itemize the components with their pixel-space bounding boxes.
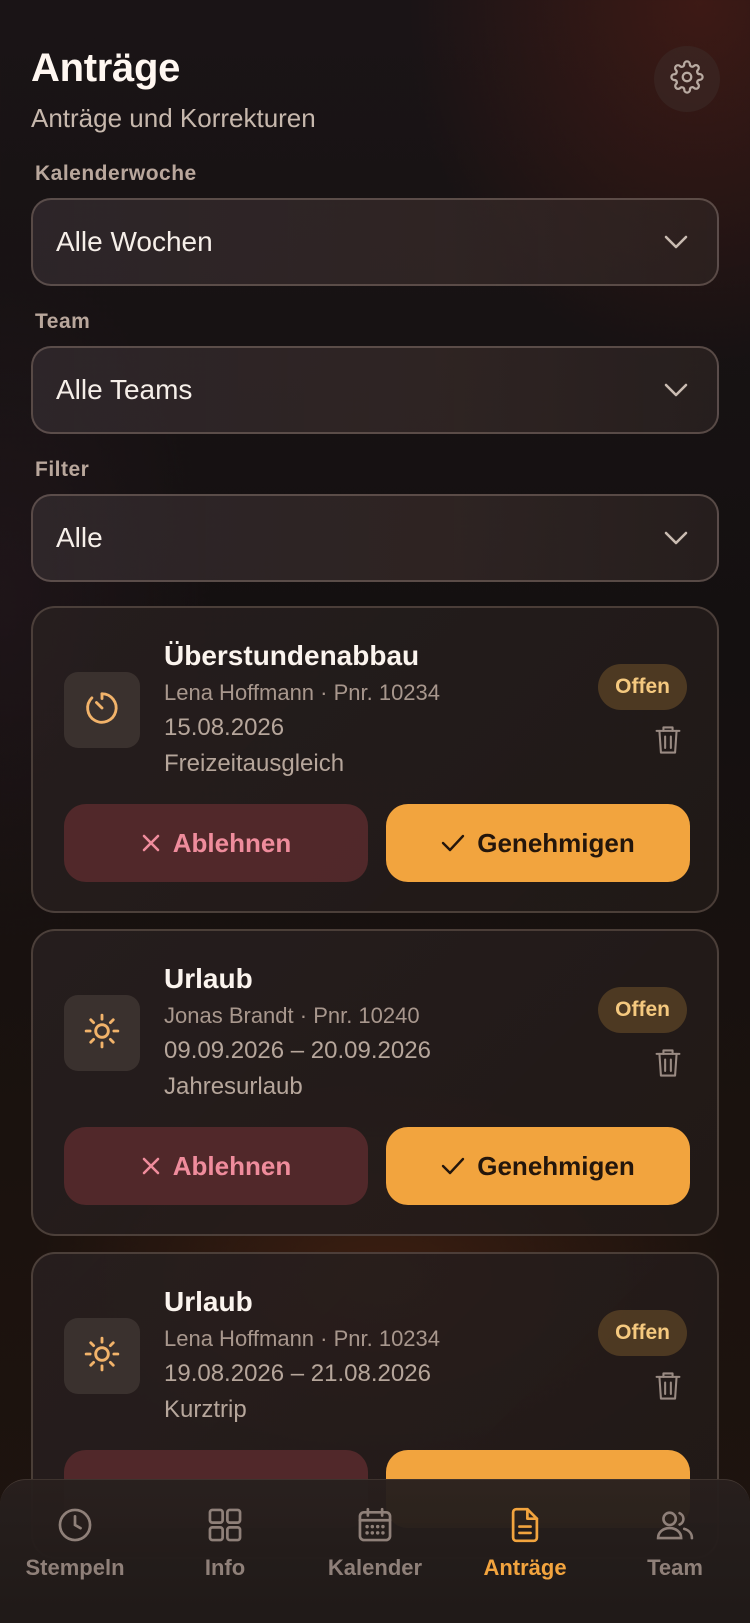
nav-label: Anträge [483,1555,567,1580]
team-select[interactable]: Alle Teams [31,346,719,434]
reject-button[interactable]: Ablehnen [64,804,368,882]
document-icon [506,1506,544,1549]
nav-item-stempeln[interactable]: Stempeln [0,1480,150,1623]
team-select-value: Alle Teams [56,374,193,405]
request-type-icon-box [64,672,140,748]
status-badge: Offen [598,987,687,1033]
nav-label: Team [647,1555,703,1580]
request-person: Jonas Brandt · Pnr. 10240 [164,1003,420,1028]
request-type-icon-box [64,995,140,1071]
status-badge: Offen [598,664,687,710]
request-type-icon-box [64,1318,140,1394]
request-person: Lena Hoffmann · Pnr. 10234 [164,1326,441,1351]
request-date: 09.09.2026 – 20.09.2026 [164,1037,431,1064]
request-note: Freizeitausgleich [164,750,345,777]
chevron-down-icon [663,529,689,552]
nav-item-kalender[interactable]: Kalender [300,1480,450,1623]
approve-label: Genehmigen [477,827,635,858]
status-filter-label: Filter [35,458,90,481]
page-subtitle: Anträge und Korrekturen [31,103,316,133]
close-icon [141,1156,161,1176]
calendar-icon [356,1506,394,1549]
nav-item-team[interactable]: Team [600,1480,750,1623]
nav-item-antraege[interactable]: Anträge [450,1480,600,1623]
week-filter-label: Kalenderwoche [35,162,197,185]
team-filter-label: Team [35,310,91,333]
approve-button[interactable]: Genehmigen [386,1127,690,1205]
requests-screen: Anträge Anträge und Korrekturen Kalender… [0,0,750,1623]
reject-label: Ablehnen [172,827,292,858]
nav-label: Info [204,1555,246,1580]
reject-button[interactable]: Ablehnen [64,1127,368,1205]
trash-icon [654,726,682,760]
users-icon [655,1506,695,1549]
status-select[interactable]: Alle [31,494,719,582]
trash-icon [654,1372,682,1406]
week-select-value: Alle Wochen [56,226,213,257]
gear-icon [670,59,704,99]
settings-button[interactable] [654,46,720,112]
approve-button[interactable]: Genehmigen [386,804,690,882]
request-person: Lena Hoffmann · Pnr. 10234 [164,680,441,705]
chevron-down-icon [663,381,689,404]
status-select-value: Alle [56,522,103,553]
grid-icon [206,1506,244,1549]
request-type: Überstundenabbau [164,640,420,671]
request-date: 19.08.2026 – 21.08.2026 [164,1360,431,1387]
week-select[interactable]: Alle Wochen [31,198,719,286]
timer-icon [83,689,121,732]
trash-icon [654,1049,682,1083]
status-badge: Offen [598,1310,687,1356]
check-icon [441,1156,465,1176]
sun-icon [83,1012,121,1055]
delete-button[interactable] [654,724,682,761]
request-card: Überstundenabbau Lena Hoffmann · Pnr. 10… [31,606,719,913]
request-note: Jahresurlaub [164,1073,303,1100]
approve-label: Genehmigen [477,1150,635,1181]
close-icon [141,833,161,853]
request-date: 15.08.2026 [164,714,285,741]
nav-label: Stempeln [25,1555,125,1580]
sun-icon [83,1335,121,1378]
check-icon [441,833,465,853]
request-type: Urlaub [164,963,253,994]
clock-icon [56,1506,94,1549]
request-note: Kurztrip [164,1396,247,1423]
page-title: Anträge [31,46,181,90]
reject-label: Ablehnen [172,1150,292,1181]
request-type: Urlaub [164,1286,253,1317]
nav-item-info[interactable]: Info [150,1480,300,1623]
bottom-nav: Stempeln Info Kalender Anträge Team [0,1479,750,1623]
request-card: Urlaub Jonas Brandt · Pnr. 10240 09.09.2… [31,929,719,1236]
chevron-down-icon [663,233,689,256]
delete-button[interactable] [654,1047,682,1084]
nav-label: Kalender [327,1555,423,1580]
delete-button[interactable] [654,1370,682,1407]
